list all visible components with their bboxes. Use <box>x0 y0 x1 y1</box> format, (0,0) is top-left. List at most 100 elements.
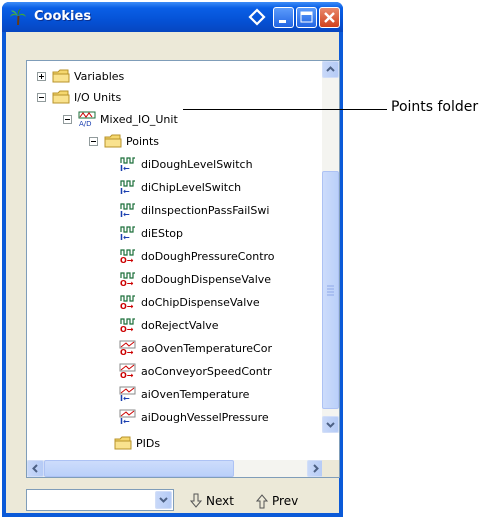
tree-item[interactable]: O→ doRejectValve <box>119 315 219 335</box>
arrow-up-icon <box>256 494 268 509</box>
maximize-button[interactable] <box>296 7 317 28</box>
diamond-icon[interactable] <box>248 8 266 26</box>
tree-item-label: diInspectionPassFailSwi <box>141 203 270 217</box>
tree-item-label: Points <box>126 134 160 148</box>
horizontal-scrollbar[interactable] <box>27 460 324 477</box>
tree-item[interactable]: I/O Units <box>37 87 121 107</box>
search-combo[interactable] <box>26 489 174 511</box>
folder-icon <box>104 133 122 149</box>
callout-line <box>183 109 387 110</box>
digital-output-icon: O→ <box>119 271 137 287</box>
tree-item[interactable]: O→ aoOvenTemperatureCor <box>119 338 272 358</box>
tree-item-label: PIDs <box>136 436 161 450</box>
minimize-icon <box>279 20 286 23</box>
digital-input-icon: I← <box>119 179 137 195</box>
svg-text:O→: O→ <box>120 348 134 356</box>
maximize-icon <box>300 11 313 23</box>
window-title: Cookies <box>34 9 92 24</box>
tree-item-label: Variables <box>74 69 125 83</box>
title-bar[interactable]: Cookies <box>2 2 343 32</box>
folder-icon <box>52 89 70 105</box>
svg-text:A/D: A/D <box>79 120 92 127</box>
vertical-scroll-thumb[interactable] <box>322 171 339 409</box>
prev-label: Prev <box>272 494 299 508</box>
tree-item[interactable]: Variables <box>37 66 124 86</box>
callout-label: Points folder <box>391 99 479 115</box>
tree-item-label: diEStop <box>141 226 183 240</box>
scrollbar-corner <box>322 460 339 477</box>
tree-item[interactable]: I← diInspectionPassFailSwi <box>119 200 269 220</box>
tree-item[interactable]: I← aiDoughVesselPressure <box>119 407 269 427</box>
analog-input-icon: I← <box>119 409 137 425</box>
tree-item[interactable]: Points <box>89 131 159 151</box>
collapse-icon[interactable] <box>37 92 46 102</box>
svg-text:O→: O→ <box>120 302 134 310</box>
digital-output-icon: O→ <box>119 317 137 333</box>
digital-input-icon: I← <box>119 202 137 218</box>
tree-item[interactable]: I← diChipLevelSwitch <box>119 177 241 197</box>
chevron-down-icon <box>326 422 335 428</box>
chevron-left-icon <box>32 464 38 473</box>
tree-item[interactable]: I← diEStop <box>119 223 183 243</box>
collapse-icon[interactable] <box>89 136 98 146</box>
scroll-up-button[interactable] <box>322 61 339 78</box>
tree-item-label: aiOvenTemperature <box>141 387 250 401</box>
tree-item-label: doChipDispenseValve <box>141 295 260 309</box>
palm-tree-icon <box>10 9 26 26</box>
svg-text:I←: I← <box>120 233 130 241</box>
tree-item-label: aoConveyorSpeedContr <box>141 364 272 378</box>
svg-text:O→: O→ <box>120 279 134 287</box>
tree-item-label: diChipLevelSwitch <box>141 180 242 194</box>
tree-item-label: doRejectValve <box>141 318 219 332</box>
vertical-scrollbar[interactable] <box>322 61 339 433</box>
tree-item[interactable]: A/D Mixed_IO_Unit <box>63 109 178 129</box>
digital-input-icon: I← <box>119 225 137 241</box>
chevron-down-icon <box>159 497 168 503</box>
svg-text:O→: O→ <box>120 371 134 379</box>
analog-output-icon: O→ <box>119 340 137 356</box>
tree-item-label: Mixed_IO_Unit <box>100 112 178 126</box>
window-client-area: Variables I/O Units A/D Mixed_IO_Unit Points… <box>6 32 340 513</box>
tree-item-label: aiDoughVesselPressure <box>141 410 269 424</box>
tree-item[interactable]: I← aiOvenTemperature <box>119 384 249 404</box>
folder-icon <box>52 68 70 84</box>
tree-view[interactable]: Variables I/O Units A/D Mixed_IO_Unit Points… <box>26 60 340 478</box>
chevron-up-icon <box>326 66 335 72</box>
horizontal-scroll-thumb[interactable] <box>44 460 234 477</box>
scroll-down-button[interactable] <box>322 416 339 433</box>
folder-icon <box>114 435 132 451</box>
io-unit-icon: A/D <box>78 111 96 127</box>
next-label: Next <box>206 494 234 508</box>
arrow-down-icon <box>190 493 202 508</box>
analog-input-icon: I← <box>119 386 137 402</box>
svg-text:I←: I← <box>120 417 130 425</box>
svg-text:O→: O→ <box>120 256 134 264</box>
tree-item-label: I/O Units <box>74 90 122 104</box>
tree-item[interactable]: O→ doDoughPressureContro <box>119 246 275 266</box>
tree-item[interactable]: O→ doDoughDispenseValve <box>119 269 271 289</box>
tree-item[interactable]: PIDs <box>114 433 160 453</box>
tree-item-label: doDoughDispenseValve <box>141 272 272 286</box>
tree-item-label: diDoughLevelSwitch <box>141 157 253 171</box>
collapse-icon[interactable] <box>63 114 72 124</box>
prev-button[interactable]: Prev <box>256 491 298 511</box>
combo-dropdown-button[interactable] <box>155 491 172 509</box>
svg-text:I←: I← <box>120 394 130 402</box>
close-button[interactable] <box>319 7 340 28</box>
svg-text:I←: I← <box>120 187 130 195</box>
svg-text:I←: I← <box>120 164 130 172</box>
expand-icon[interactable] <box>37 71 46 81</box>
digital-output-icon: O→ <box>119 294 137 310</box>
tree-item[interactable]: O→ aoConveyorSpeedContr <box>119 361 272 381</box>
grip-icon <box>327 285 334 296</box>
tree-item-label: aoOvenTemperatureCor <box>141 341 272 355</box>
analog-output-icon: O→ <box>119 363 137 379</box>
scroll-left-button[interactable] <box>27 460 44 477</box>
svg-text:I←: I← <box>120 210 130 218</box>
cookies-window: Cookies Variables I/O Units A/D Mixed_IO_Un… <box>2 2 343 517</box>
minimize-button[interactable] <box>273 7 294 28</box>
tree-item[interactable]: O→ doChipDispenseValve <box>119 292 260 312</box>
tree-item[interactable]: I← diDoughLevelSwitch <box>119 154 253 174</box>
digital-output-icon: O→ <box>119 248 137 264</box>
next-button[interactable]: Next <box>190 491 234 511</box>
